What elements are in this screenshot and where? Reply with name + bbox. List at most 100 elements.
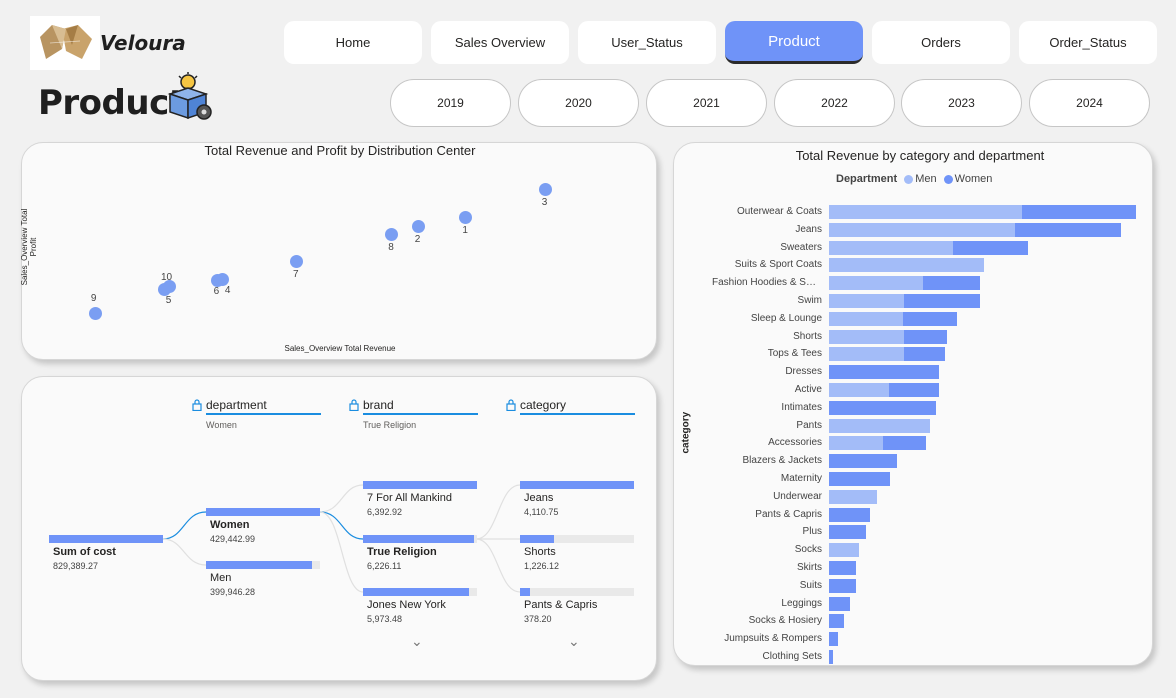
scatter-point[interactable] xyxy=(88,307,102,320)
category-bar-women[interactable] xyxy=(923,276,980,291)
year-2020-button[interactable]: 2020 xyxy=(518,79,639,127)
category-axis-label: Pants & Capris xyxy=(755,508,822,520)
category-axis-label: Accessories xyxy=(768,437,822,449)
scatter-point-label: 8 xyxy=(388,241,394,253)
scatter-point[interactable] xyxy=(459,211,473,224)
category-bar-women[interactable] xyxy=(829,365,939,380)
tree-node-bar[interactable] xyxy=(520,535,634,543)
category-bar-men[interactable] xyxy=(829,489,877,504)
tree-column-underline xyxy=(520,413,635,415)
nav-orders-button[interactable]: Orders xyxy=(872,21,1010,64)
scatter-point[interactable] xyxy=(290,254,304,268)
tree-node-bar[interactable] xyxy=(520,481,634,489)
tree-node-bar[interactable] xyxy=(49,535,163,543)
category-bar-men[interactable] xyxy=(829,222,1015,237)
scatter-point[interactable] xyxy=(411,220,425,233)
tree-column-underline xyxy=(363,413,478,415)
category-bar-women[interactable] xyxy=(829,596,850,611)
tree-category-label: Pants & Capris xyxy=(524,599,598,611)
category-bar-men[interactable] xyxy=(829,276,923,291)
product-box-icon xyxy=(166,72,214,122)
tree-column-department-header[interactable]: department xyxy=(206,398,267,412)
category-bar-women[interactable] xyxy=(829,578,856,593)
category-axis-label: Tops & Tees xyxy=(767,348,822,360)
category-axis-label: Maternity xyxy=(780,473,822,484)
tree-column-brand-header[interactable]: brand xyxy=(363,398,394,412)
bar-plot-area: Outerwear & Coats Jeans Sweaters Suits & Sp… xyxy=(674,143,1154,667)
category-bar-women[interactable] xyxy=(829,525,866,540)
scatter-chart-title: Total Revenue and Profit by Distribution… xyxy=(204,143,476,158)
year-2022-button[interactable]: 2022 xyxy=(774,79,895,127)
tree-brand-value: 6,226.11 xyxy=(367,561,402,571)
category-bar-women[interactable] xyxy=(829,650,833,664)
category-bar-men[interactable] xyxy=(829,418,930,433)
lock-icon xyxy=(192,399,202,411)
tree-column-category-header[interactable]: category xyxy=(520,398,566,412)
nav-order-status-button[interactable]: Order_Status xyxy=(1019,21,1157,64)
category-bar-men[interactable] xyxy=(829,294,904,308)
category-bar-women[interactable] xyxy=(829,507,870,522)
tree-node-bar[interactable] xyxy=(206,508,320,516)
category-bar-men[interactable] xyxy=(829,311,903,326)
category-axis-label: Suits & Sport Coats xyxy=(734,259,822,271)
scatter-point[interactable] xyxy=(385,227,399,241)
category-axis-label: Jumpsuits & Rompers xyxy=(724,633,822,645)
category-bar-women[interactable] xyxy=(829,632,838,647)
category-bar-women[interactable] xyxy=(1022,205,1136,219)
category-bar-women[interactable] xyxy=(883,436,926,451)
tree-department-women-label: Women xyxy=(210,519,250,531)
tree-node-bar[interactable] xyxy=(520,588,634,596)
category-bar-women[interactable] xyxy=(904,329,947,344)
tree-brand-value: 6,392.92 xyxy=(367,507,403,517)
nav-user-status-button[interactable]: User_Status xyxy=(578,21,716,64)
category-bar-women[interactable] xyxy=(829,614,844,629)
nav-product-button[interactable]: Product xyxy=(725,21,863,64)
year-2021-button[interactable]: 2021 xyxy=(646,79,767,127)
category-bar-women[interactable] xyxy=(904,294,980,308)
category-bar-women[interactable] xyxy=(829,454,897,469)
tree-node-bar[interactable] xyxy=(206,561,320,569)
category-bar-men[interactable] xyxy=(829,240,953,255)
tree-column-department-selected: Women xyxy=(206,420,237,430)
category-bar-women[interactable] xyxy=(829,561,856,575)
category-bar-women[interactable] xyxy=(1015,222,1121,237)
category-axis-label: Active xyxy=(794,384,822,395)
category-bar-men[interactable] xyxy=(829,383,889,397)
category-bar-women[interactable] xyxy=(904,347,945,362)
category-axis-label: Outerwear & Coats xyxy=(736,206,822,217)
category-bar-men[interactable] xyxy=(829,436,883,451)
nav-sales-overview-button[interactable]: Sales Overview xyxy=(431,21,569,64)
category-bar-women[interactable] xyxy=(953,240,1028,255)
tree-node-bar[interactable] xyxy=(363,535,477,543)
tree-brand-label: Jones New York xyxy=(367,599,446,611)
category-bar-men[interactable] xyxy=(829,205,1022,219)
scatter-point-label: 3 xyxy=(541,196,548,208)
tree-node-bar[interactable] xyxy=(363,588,477,596)
year-2024-button[interactable]: 2024 xyxy=(1029,79,1150,127)
category-bar-women[interactable] xyxy=(889,383,939,397)
scatter-y-axis-label: Sales_Overview Total Profit xyxy=(20,208,38,286)
decomposition-tree-card: department Women brand True Religion cat… xyxy=(21,376,657,681)
tree-category-value: 378.20 xyxy=(524,614,552,624)
category-bar-men[interactable] xyxy=(829,258,984,273)
year-2023-button[interactable]: 2023 xyxy=(901,79,1022,127)
scatter-point[interactable] xyxy=(538,182,552,196)
category-bar-men[interactable] xyxy=(829,347,904,362)
category-bar-men[interactable] xyxy=(829,329,904,344)
category-axis-label: Skirts xyxy=(797,562,822,573)
category-bar-men[interactable] xyxy=(829,543,859,558)
chevron-down-icon[interactable]: ⌄ xyxy=(411,633,423,650)
chevron-down-icon[interactable]: ⌄ xyxy=(568,633,580,650)
nav-home-button[interactable]: Home xyxy=(284,21,422,64)
category-bar-women[interactable] xyxy=(829,472,890,486)
tree-connectors xyxy=(162,484,521,593)
scatter-x-axis-label: Sales_Overview Total Revenue xyxy=(284,344,396,353)
category-axis-label: Fashion Hoodies & Sweatshirts xyxy=(712,277,822,289)
tree-node-bar[interactable] xyxy=(363,481,477,489)
category-bar-women[interactable] xyxy=(829,400,936,415)
category-bar-women[interactable] xyxy=(903,311,957,326)
year-2019-button[interactable]: 2019 xyxy=(390,79,511,127)
category-axis-label: Shorts xyxy=(793,330,822,342)
tree-column-brand-selected: True Religion xyxy=(363,420,417,430)
tree-brand-label: 7 For All Mankind xyxy=(367,492,452,504)
